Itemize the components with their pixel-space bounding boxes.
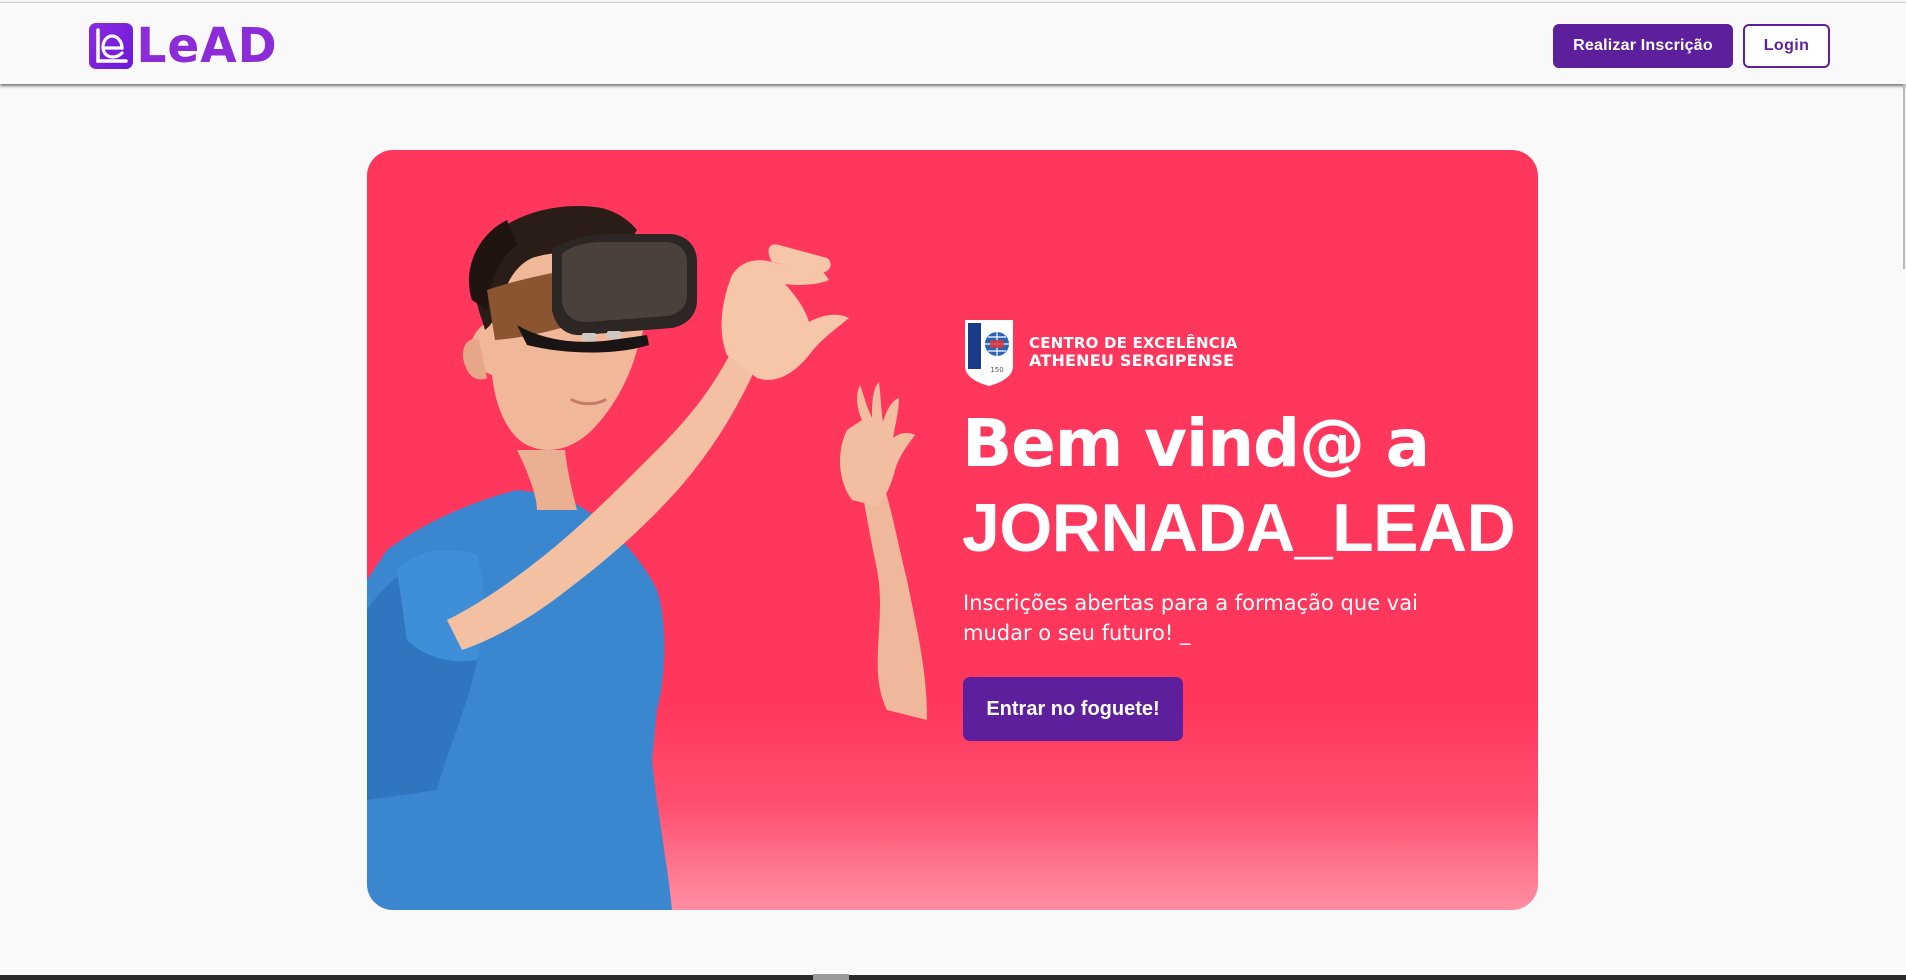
svg-text:150: 150: [990, 366, 1003, 374]
lead-logo[interactable]: LeAD: [89, 21, 279, 71]
brand-line-2: ATHENEU SERGIPENSE: [1029, 351, 1235, 370]
horizontal-scrollbar-thumb[interactable]: [813, 974, 849, 980]
bottom-edge: [0, 975, 1906, 980]
register-button[interactable]: Realizar Inscrição: [1553, 24, 1733, 68]
enter-rocket-button[interactable]: Entrar no foguete!: [963, 677, 1183, 741]
brand-line-1: CENTRO DE EXCELÊNCIA: [1029, 334, 1238, 352]
lead-logo-icon: [89, 23, 133, 69]
hero-title-line-1: Bem vind@ a: [962, 405, 1430, 482]
hero-title-line-2: JORNADA_LEAD: [962, 490, 1516, 566]
vr-student-photo: [367, 206, 927, 910]
hero-title: Bem vind@ a JORNADA_LEAD: [962, 402, 1522, 570]
login-button[interactable]: Login: [1743, 24, 1830, 68]
atheneu-brand: ATHENEU 150 CENTRO DE EXCELÊNCIA ATHENEU…: [963, 318, 1238, 386]
scroll-edge: [1903, 84, 1905, 269]
logo-wordmark: LeAD: [136, 18, 278, 74]
atheneu-shield-icon: ATHENEU 150: [965, 320, 1013, 386]
site-header: LeAD Realizar Inscrição Login: [0, 2, 1906, 84]
page: LeAD Realizar Inscrição Login 150 CENTRO…: [0, 0, 1906, 980]
hero-subtitle: Inscrições abertas para a formação que v…: [963, 591, 1418, 645]
hero-card: ATHENEU 150 CENTRO DE EXCELÊNCIA ATHENEU…: [367, 150, 1538, 910]
